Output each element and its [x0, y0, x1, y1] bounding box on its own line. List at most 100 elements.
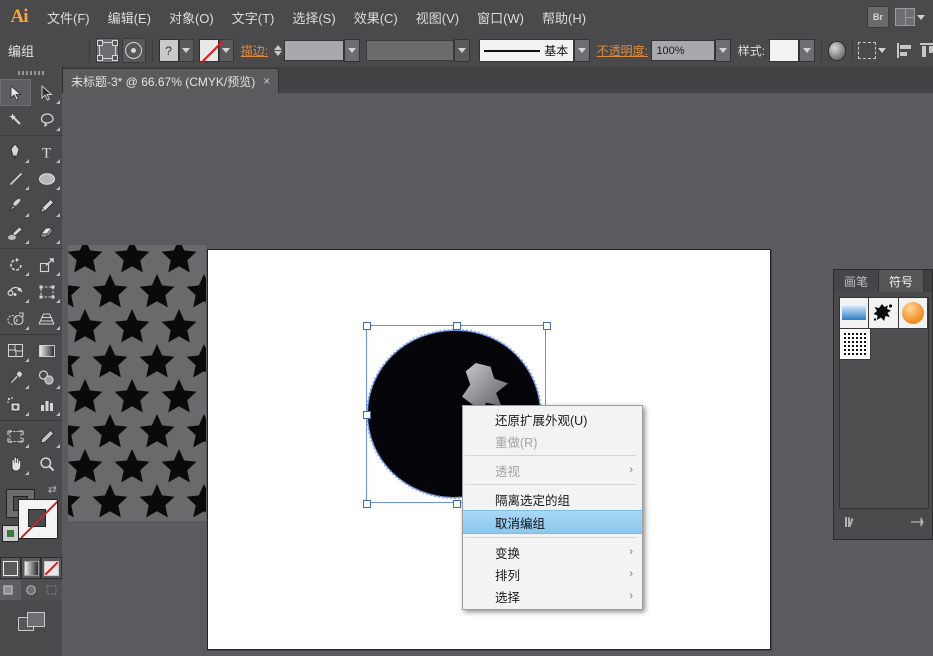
panel-tab-symbols[interactable]: 符号: [879, 270, 924, 292]
tool-flyout-icon: [56, 159, 60, 163]
recolor-artwork-icon[interactable]: [828, 41, 846, 61]
menu-window[interactable]: 窗口(W): [468, 4, 533, 31]
gradient-mode-button[interactable]: [21, 557, 42, 579]
fill-swatch-toolbox[interactable]: [18, 499, 58, 539]
symbol-ink-splat[interactable]: [869, 298, 898, 329]
align-left-icon[interactable]: [897, 43, 910, 58]
menu-type[interactable]: 文字(T): [223, 4, 284, 31]
none-mode-button[interactable]: [41, 557, 62, 579]
menu-help[interactable]: 帮助(H): [533, 4, 595, 31]
ctx-transform[interactable]: 变换 ›: [463, 541, 642, 563]
fill-swatch-dropdown[interactable]: [179, 39, 194, 62]
fill-color-swatch[interactable]: ?: [159, 39, 179, 62]
stroke-color-swatch[interactable]: [199, 39, 219, 62]
shape-builder-tool[interactable]: [0, 305, 31, 332]
symbol-libraries-icon[interactable]: [844, 516, 860, 532]
line-segment-tool[interactable]: [0, 165, 31, 192]
default-fill-stroke-icon[interactable]: [2, 525, 19, 542]
blob-brush-tool[interactable]: [0, 219, 31, 246]
ctx-ungroup[interactable]: 取消编组: [463, 510, 642, 534]
isolate-group-button[interactable]: [122, 38, 146, 63]
handle-top-right[interactable]: [543, 322, 551, 330]
menu-file[interactable]: 文件(F): [38, 4, 99, 31]
color-mode-button[interactable]: [0, 557, 21, 579]
ctx-arrange[interactable]: 排列 ›: [463, 563, 642, 585]
close-icon[interactable]: ×: [263, 74, 270, 88]
stroke-weight-dropdown[interactable]: [344, 39, 360, 62]
graphic-style-dropdown[interactable]: [799, 39, 815, 62]
gradient-tool[interactable]: [31, 337, 62, 364]
symbol-orange-orb[interactable]: [899, 298, 928, 329]
handle-top-left[interactable]: [363, 322, 371, 330]
menu-view[interactable]: 视图(V): [407, 4, 468, 31]
arrange-documents-button[interactable]: [895, 8, 925, 26]
direct-selection-tool[interactable]: [31, 79, 62, 106]
handle-bottom-center[interactable]: [453, 500, 461, 508]
ellipse-tool[interactable]: [31, 165, 62, 192]
opacity-label[interactable]: 不透明度:: [597, 42, 648, 59]
perspective-grid-tool[interactable]: [31, 305, 62, 332]
brush-definition-box[interactable]: 基本: [479, 39, 574, 62]
artboard-tool[interactable]: [0, 423, 31, 450]
stroke-weight-input[interactable]: [284, 40, 344, 61]
bounding-box-icon: [99, 42, 116, 59]
tool-flyout-icon: [25, 326, 29, 330]
mesh-tool[interactable]: [0, 337, 31, 364]
tool-flyout-icon: [56, 299, 60, 303]
menu-select[interactable]: 选择(S): [283, 4, 344, 31]
handle-top-center[interactable]: [453, 322, 461, 330]
handle-bottom-left[interactable]: [363, 500, 371, 508]
blend-tool[interactable]: [31, 364, 62, 391]
stroke-weight-stepper[interactable]: [272, 45, 284, 56]
screen-mode-button[interactable]: [0, 600, 62, 644]
panel-tab-brushes[interactable]: 画笔: [834, 270, 879, 292]
free-transform-tool[interactable]: [31, 278, 62, 305]
panel-grip[interactable]: [0, 67, 62, 79]
symbols-list[interactable]: [839, 297, 929, 509]
tool-flyout-icon: [25, 159, 29, 163]
menu-object[interactable]: 对象(O): [160, 4, 223, 31]
ctx-undo-expand-appearance[interactable]: 还原扩展外观(U): [463, 408, 642, 430]
ctx-isolate-selected-group[interactable]: 隔离选定的组: [463, 488, 642, 510]
zoom-tool[interactable]: [31, 450, 62, 477]
slice-tool[interactable]: [31, 423, 62, 450]
opacity-input[interactable]: 100%: [651, 40, 715, 61]
graphic-style-swatch[interactable]: [769, 39, 800, 62]
select-similar-objects-button[interactable]: [96, 38, 120, 63]
column-graph-tool[interactable]: [31, 391, 62, 418]
rotate-tool[interactable]: [0, 251, 31, 278]
brush-definition-dropdown[interactable]: [574, 39, 590, 62]
lasso-tool[interactable]: [31, 106, 62, 133]
pencil-tool[interactable]: [31, 192, 62, 219]
stroke-label[interactable]: 描边:: [241, 42, 268, 59]
eraser-tool[interactable]: [31, 219, 62, 246]
bridge-button[interactable]: Br: [867, 6, 889, 28]
selection-tool[interactable]: [0, 79, 31, 106]
scale-tool[interactable]: [31, 251, 62, 278]
symbol-sprayer-tool[interactable]: [0, 391, 31, 418]
menu-edit[interactable]: 编辑(E): [99, 4, 160, 31]
align-top-icon[interactable]: [920, 43, 933, 58]
symbol-halftone-pattern[interactable]: [840, 329, 871, 360]
menu-effect[interactable]: 效果(C): [345, 4, 407, 31]
ctx-select[interactable]: 选择 ›: [463, 585, 642, 607]
type-tool[interactable]: T: [31, 138, 62, 165]
swap-fill-stroke-icon[interactable]: ⇄: [48, 483, 57, 496]
star-pattern-svg: [68, 245, 206, 521]
transform-panel-button[interactable]: [858, 42, 886, 59]
pen-tool[interactable]: [0, 138, 31, 165]
eyedropper-tool[interactable]: [0, 364, 31, 391]
draw-inside-button[interactable]: [41, 580, 62, 600]
new-symbol-icon[interactable]: [910, 516, 924, 532]
width-tool[interactable]: [0, 278, 31, 305]
magic-wand-tool[interactable]: [0, 106, 31, 133]
opacity-dropdown[interactable]: [715, 39, 731, 62]
paintbrush-tool[interactable]: [0, 192, 31, 219]
document-tab[interactable]: 未标题-3* @ 66.67% (CMYK/预览) ×: [62, 68, 279, 93]
handle-middle-left[interactable]: [363, 411, 371, 419]
hand-tool[interactable]: [0, 450, 31, 477]
draw-normal-button[interactable]: [0, 580, 21, 600]
symbol-blue-gradient[interactable]: [840, 298, 869, 329]
star-pattern-swatch[interactable]: [68, 245, 206, 521]
draw-behind-button[interactable]: [21, 580, 42, 600]
